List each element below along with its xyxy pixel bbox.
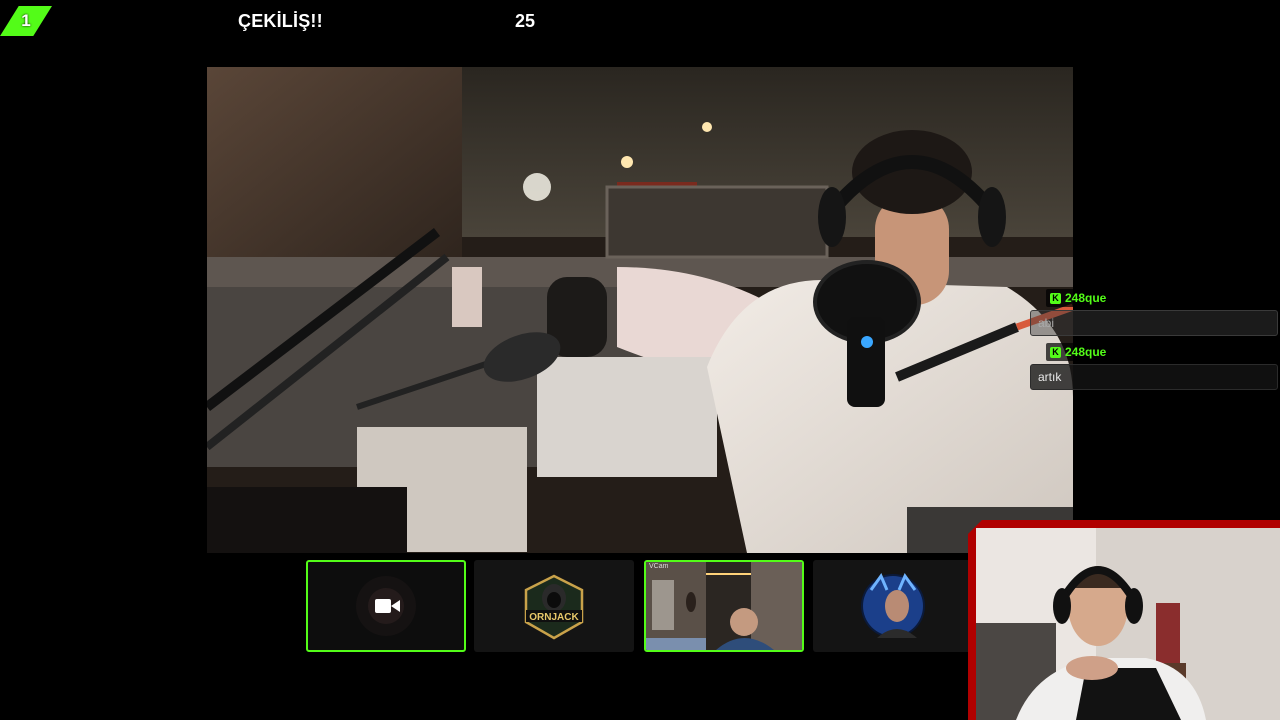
facecam-frame bbox=[968, 520, 1280, 720]
chat-user[interactable]: K 248que bbox=[1046, 289, 1113, 307]
facecam-scene bbox=[976, 528, 1280, 720]
main-video-feed[interactable] bbox=[207, 67, 1073, 553]
participant-label: VCam bbox=[649, 563, 669, 570]
chat-text: abi bbox=[1038, 316, 1055, 330]
chat-text-box: artık bbox=[1030, 364, 1278, 390]
chat-text-box: abi bbox=[1030, 310, 1278, 336]
viewer-count-badge: 1 bbox=[0, 6, 52, 36]
participant-tile-camera-off[interactable] bbox=[306, 560, 466, 652]
kick-k-icon: K bbox=[1050, 292, 1061, 304]
participant-tile-logo[interactable]: ORNJACK bbox=[474, 560, 634, 652]
logo-text: ORNJACK bbox=[529, 612, 579, 623]
participant-camera-off bbox=[356, 576, 416, 636]
chat-message: K 248que artık bbox=[1030, 340, 1280, 392]
chat-text: artık bbox=[1038, 370, 1062, 384]
top-count: 25 bbox=[515, 11, 536, 31]
top-bar: 1 ÇEKİLİŞ!! 25 bbox=[0, 0, 1280, 44]
ornjack-logo: ORNJACK bbox=[524, 574, 584, 640]
participant-avatar bbox=[861, 572, 925, 638]
participant-tile-video[interactable]: VCam bbox=[644, 560, 804, 652]
chat-username: 248que bbox=[1065, 291, 1107, 305]
viewer-count: 1 bbox=[21, 11, 31, 30]
kick-k-icon: K bbox=[1050, 346, 1061, 358]
chat-username: 248que bbox=[1065, 345, 1107, 359]
facecam-video bbox=[976, 528, 1280, 720]
participant-tile-avatar[interactable] bbox=[813, 560, 973, 652]
chat-overlay: K 248que abi K 248que artık bbox=[1030, 286, 1280, 390]
main-video-scene bbox=[207, 67, 1073, 553]
stream-title: ÇEKİLİŞ!! bbox=[238, 11, 323, 31]
chat-user[interactable]: K 248que bbox=[1046, 343, 1113, 361]
participant-video-scene bbox=[646, 562, 802, 650]
chat-message: K 248que abi bbox=[1030, 286, 1280, 338]
